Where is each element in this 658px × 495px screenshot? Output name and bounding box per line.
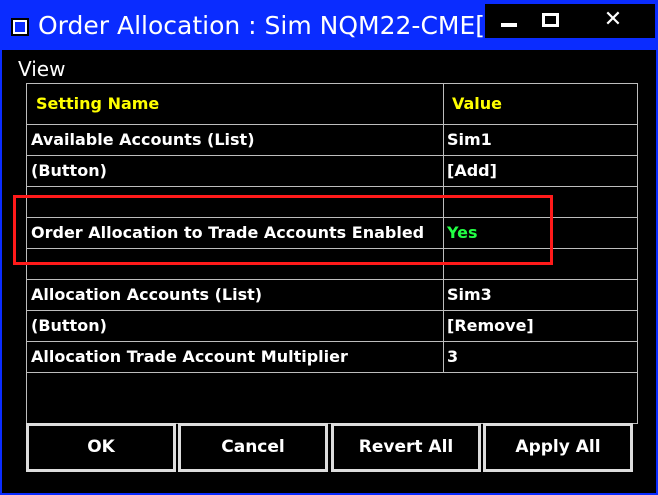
header-value: Value — [452, 94, 503, 113]
app-window-icon — [11, 18, 29, 36]
close-icon: ✕ — [603, 7, 623, 32]
minimize-button[interactable] — [485, 4, 531, 38]
grid-row-allocation-enabled[interactable]: Order Allocation to Trade Accounts Enabl… — [27, 218, 637, 249]
enabled-value[interactable]: Yes — [447, 218, 478, 248]
maximize-button[interactable] — [531, 4, 571, 38]
grid-row-add-button[interactable]: (Button) [Add] — [27, 156, 637, 187]
minimize-icon — [501, 23, 517, 27]
title-bar[interactable]: Order Allocation : Sim NQM22-CME[... ✕ — [2, 2, 656, 50]
setting-name: Available Accounts (List) — [31, 130, 255, 149]
window-title: Order Allocation : Sim NQM22-CME[... — [38, 11, 509, 40]
grid-row-empty — [27, 187, 637, 218]
setting-name: (Button) — [31, 316, 107, 335]
maximize-icon — [542, 13, 559, 27]
settings-grid: Setting Name Value Available Accounts (L… — [26, 83, 638, 424]
grid-row-remove-button[interactable]: (Button) [Remove] — [27, 311, 637, 342]
setting-name: (Button) — [31, 161, 107, 180]
close-button[interactable]: ✕ — [571, 4, 655, 38]
grid-header-row: Setting Name Value — [27, 84, 637, 125]
cancel-button[interactable]: Cancel — [178, 423, 328, 472]
revert-all-button[interactable]: Revert All — [331, 423, 481, 472]
grid-row-available-accounts[interactable]: Available Accounts (List) Sim1 — [27, 125, 637, 156]
add-button[interactable]: [Add] — [447, 156, 497, 186]
order-allocation-window: Order Allocation : Sim NQM22-CME[... ✕ V… — [0, 0, 658, 495]
setting-value[interactable]: 3 — [447, 342, 458, 372]
setting-name: Order Allocation to Trade Accounts Enabl… — [31, 223, 425, 242]
grid-row-empty — [27, 249, 637, 280]
header-setting-name: Setting Name — [36, 94, 160, 113]
remove-button[interactable]: [Remove] — [447, 311, 534, 341]
setting-value[interactable]: Sim3 — [447, 280, 492, 310]
grid-row-multiplier[interactable]: Allocation Trade Account Multiplier 3 — [27, 342, 637, 373]
grid-row-allocation-accounts[interactable]: Allocation Accounts (List) Sim3 — [27, 280, 637, 311]
setting-name: Allocation Accounts (List) — [31, 285, 263, 304]
setting-value[interactable]: Sim1 — [447, 125, 492, 155]
menu-view[interactable]: View — [18, 57, 65, 81]
apply-all-button[interactable]: Apply All — [483, 423, 633, 472]
setting-name: Allocation Trade Account Multiplier — [31, 347, 348, 366]
ok-button[interactable]: OK — [26, 423, 176, 472]
